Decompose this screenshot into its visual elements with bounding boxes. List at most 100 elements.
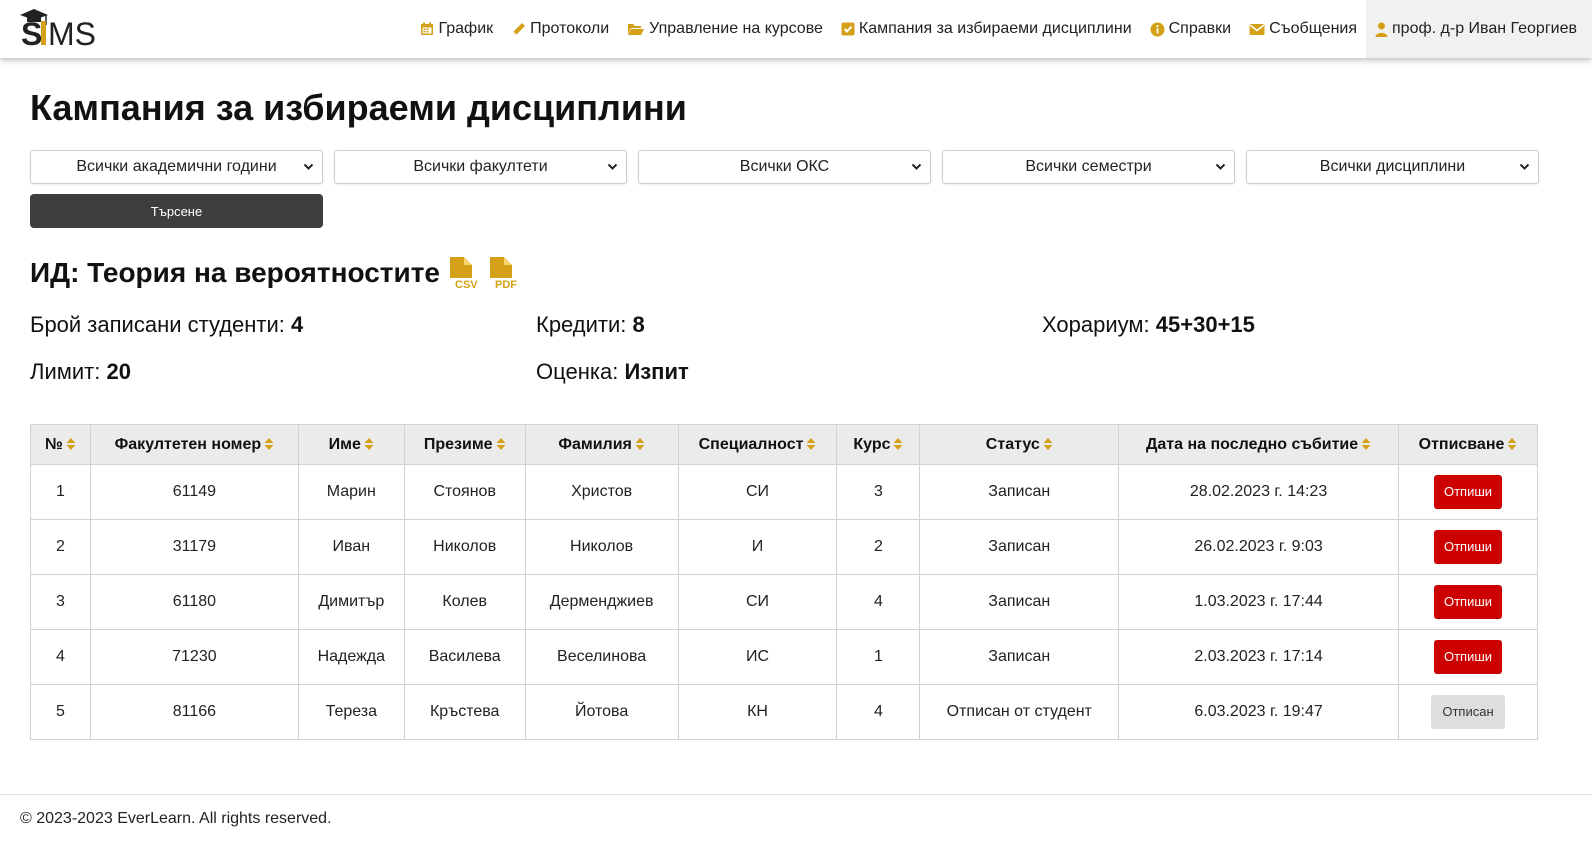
discipline-title: ИД: Теория на вероятностите <box>30 257 440 288</box>
column-header[interactable]: Име <box>297 424 405 465</box>
cell-specialty: ИС <box>677 629 838 685</box>
cell-last-name: Николов <box>524 519 679 575</box>
cell-year: 3 <box>836 464 921 520</box>
unsubscribe-button[interactable]: Отпиши <box>1433 585 1503 619</box>
column-header[interactable]: Дата на последно събитие <box>1118 424 1400 465</box>
enrolled-label: Брой записани студенти: <box>30 312 285 337</box>
nav-schedule[interactable]: График <box>411 0 502 58</box>
degree-select[interactable]: Всички ОКС <box>638 150 931 184</box>
table-row: 1 61149 Марин Стоянов Христов СИ 3 Запис… <box>30 464 1538 520</box>
cell-status: Записан <box>919 629 1120 685</box>
nav-messages[interactable]: Съобщения <box>1240 0 1366 58</box>
column-header[interactable]: Презиме <box>403 424 526 465</box>
column-header[interactable]: Факултетен номер <box>89 424 299 465</box>
cell-middle-name: Колев <box>403 574 526 630</box>
check-square-icon <box>841 22 855 36</box>
sort-icon <box>364 438 374 451</box>
cell-first-name: Тереза <box>297 684 405 740</box>
table-row: 2 31179 Иван Николов Николов И 2 Записан… <box>30 519 1538 575</box>
unsubscribe-button[interactable]: Отпиши <box>1433 530 1503 564</box>
nav-user-profile[interactable]: проф. д-р Иван Георгиев <box>1366 0 1592 58</box>
nav-elective-campaign[interactable]: Кампания за избираеми дисциплини <box>832 0 1141 58</box>
faculty-select[interactable]: Всички факултети <box>334 150 627 184</box>
sort-icon <box>806 438 816 451</box>
cell-date: 28.02.2023 г. 14:23 <box>1118 464 1400 520</box>
sort-icon <box>264 438 274 451</box>
cell-specialty: И <box>677 519 838 575</box>
column-label: Специалност <box>698 435 804 453</box>
svg-text:MS: MS <box>48 16 96 49</box>
column-header[interactable]: № <box>30 424 91 465</box>
cell-number: 5 <box>30 684 91 740</box>
cell-first-name: Марин <box>297 464 405 520</box>
nav-protocols[interactable]: Протоколи <box>502 0 618 58</box>
footer-copyright: © 2023-2023 EverLearn. All rights reserv… <box>20 810 332 827</box>
cell-first-name: Надежда <box>297 629 405 685</box>
cell-middle-name: Николов <box>403 519 526 575</box>
pencil-icon <box>513 22 526 35</box>
envelope-icon <box>1249 23 1265 35</box>
column-header[interactable]: Специалност <box>677 424 838 465</box>
csv-file-icon[interactable]: CSV <box>448 256 480 290</box>
nav-label: Управление на курсове <box>649 20 823 37</box>
grading: Оценка: Изпит <box>536 359 689 385</box>
nav-label: Протоколи <box>530 20 610 37</box>
cell-number: 2 <box>30 519 91 575</box>
nav-course-management[interactable]: Управление на курсове <box>618 0 832 58</box>
cell-faculty-number: 81166 <box>89 684 299 740</box>
chevron-down-icon <box>911 163 922 170</box>
unsubscribe-button[interactable]: Отпиши <box>1433 475 1503 509</box>
cell-specialty: КН <box>677 684 838 740</box>
chevron-down-icon <box>303 163 314 170</box>
limit-value: 20 <box>106 359 131 384</box>
cell-status: Записан <box>919 519 1120 575</box>
cell-action: Отпиши <box>1398 464 1538 520</box>
sort-icon <box>66 438 76 451</box>
column-header[interactable]: Статус <box>919 424 1120 465</box>
pdf-file-icon[interactable]: PDF <box>488 256 520 290</box>
semester-select[interactable]: Всички семестри <box>942 150 1235 184</box>
hours: Хорариум: 45+30+15 <box>1042 312 1255 338</box>
cell-action: Отпиши <box>1398 629 1538 685</box>
footer-divider <box>0 794 1592 795</box>
students-table: № Факултетен номер Име Презиме Фамилия С… <box>30 424 1538 740</box>
discipline-heading: ИД: Теория на вероятностите CSV PDF <box>30 256 520 290</box>
column-header[interactable]: Курс <box>836 424 921 465</box>
select-value: Всички дисциплини <box>1319 158 1466 175</box>
select-value: Всички ОКС <box>739 158 830 175</box>
credits: Кредити: 8 <box>536 312 645 338</box>
svg-text:PDF: PDF <box>495 279 517 290</box>
cell-number: 4 <box>30 629 91 685</box>
column-header[interactable]: Отписване <box>1398 424 1538 465</box>
cell-faculty-number: 61149 <box>89 464 299 520</box>
nav-reports[interactable]: Справки <box>1141 0 1240 58</box>
cell-number: 3 <box>30 574 91 630</box>
svg-text:CSV: CSV <box>455 279 478 290</box>
table-row: 5 81166 Тереза Кръстева Йотова КН 4 Отпи… <box>30 684 1538 740</box>
cell-last-name: Дерменджиев <box>524 574 679 630</box>
search-button[interactable]: Търсене <box>30 194 323 228</box>
calendar-icon <box>421 22 434 35</box>
table-header-row: № Факултетен номер Име Презиме Фамилия С… <box>30 424 1538 465</box>
academic-year-select[interactable]: Всички академични години <box>30 150 323 184</box>
chevron-down-icon <box>607 163 618 170</box>
unsubscribe-button[interactable]: Отпиши <box>1433 640 1503 674</box>
nav-label: График <box>438 20 494 37</box>
cell-status: Записан <box>919 464 1120 520</box>
credits-label: Кредити: <box>536 312 627 337</box>
cell-date: 26.02.2023 г. 9:03 <box>1118 519 1400 575</box>
cell-middle-name: Василева <box>403 629 526 685</box>
chevron-down-icon <box>1519 163 1530 170</box>
column-label: № <box>45 435 63 453</box>
cell-faculty-number: 61180 <box>89 574 299 630</box>
cell-year: 4 <box>836 684 921 740</box>
column-label: Име <box>328 435 361 453</box>
column-header[interactable]: Фамилия <box>524 424 679 465</box>
sort-icon <box>496 438 506 451</box>
column-label: Дата на последно събитие <box>1146 435 1359 453</box>
filter-bar: Всички академични години Всички факултет… <box>30 150 1539 184</box>
cell-faculty-number: 71230 <box>89 629 299 685</box>
cell-faculty-number: 31179 <box>89 519 299 575</box>
discipline-select[interactable]: Всички дисциплини <box>1246 150 1539 184</box>
sims-logo[interactable]: S MS <box>18 5 118 49</box>
